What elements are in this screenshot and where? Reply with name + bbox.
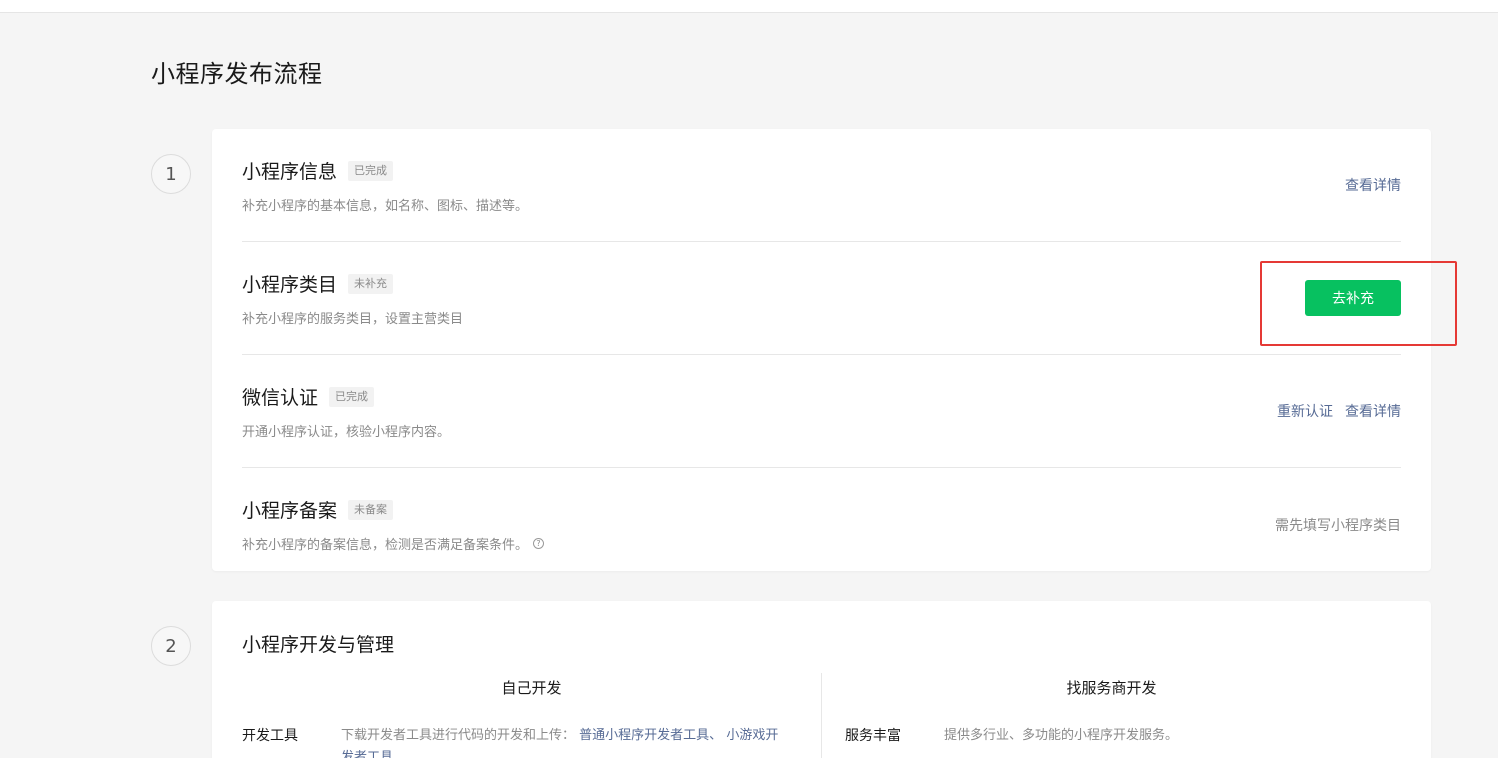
dev-tools-description: 下载开发者工具进行代码的开发和上传： 普通小程序开发者工具、 小游戏开发者工具: [341, 725, 791, 758]
publish-steps-card: 小程序信息 已完成 补充小程序的基本信息，如名称、图标、描述等。 查看详情 小程…: [212, 129, 1431, 571]
row-title: 小程序备案: [242, 500, 338, 522]
status-badge: 已完成: [329, 386, 375, 407]
status-badge: 未备案: [348, 499, 394, 520]
step-number-1: 1: [151, 154, 191, 194]
row-miniprogram-category: 小程序类目 未补充 补充小程序的服务类目，设置主营类目 去补充: [242, 242, 1401, 355]
status-badge: 已完成: [348, 160, 394, 181]
supplement-button[interactable]: 去补充: [1305, 280, 1401, 316]
rich-services-label: 服务丰富: [845, 728, 901, 744]
reverify-link[interactable]: 重新认证: [1277, 401, 1333, 421]
step-number-2: 2: [151, 626, 191, 666]
row-description: 补充小程序的备案信息，检测是否满足备案条件。: [242, 538, 529, 553]
row-miniprogram-info: 小程序信息 已完成 补充小程序的基本信息，如名称、图标、描述等。 查看详情: [242, 129, 1401, 242]
dev-tools-label: 开发工具: [242, 728, 298, 744]
dev-tools-desc-text: 下载开发者工具进行代码的开发和上传：: [341, 728, 576, 743]
status-badge: 未补充: [348, 273, 394, 294]
row-title: 微信认证: [242, 387, 319, 409]
filing-hint: 需先填写小程序类目: [1275, 517, 1401, 534]
service-provider-heading: 找服务商开发: [1066, 679, 1157, 697]
view-details-link[interactable]: 查看详情: [1345, 401, 1401, 421]
row-description: 开通小程序认证，核验小程序内容。: [242, 425, 451, 440]
row-description: 补充小程序的服务类目，设置主营类目: [242, 312, 464, 327]
link-separator: 、: [709, 728, 723, 743]
section-title: 小程序开发与管理: [242, 634, 395, 656]
page-title: 小程序发布流程: [151, 60, 323, 88]
top-bar: [0, 0, 1498, 13]
row-description: 补充小程序的基本信息，如名称、图标、描述等。: [242, 199, 529, 214]
help-icon[interactable]: ?: [533, 538, 545, 549]
row-wechat-verification: 微信认证 已完成 开通小程序认证，核验小程序内容。 重新认证 查看详情: [242, 355, 1401, 468]
miniprogram-devtools-link[interactable]: 普通小程序开发者工具: [579, 728, 709, 743]
row-title: 小程序信息: [242, 161, 338, 183]
row-title: 小程序类目: [242, 274, 338, 296]
view-details-link[interactable]: 查看详情: [1345, 175, 1401, 195]
row-miniprogram-filing: 小程序备案 未备案 补充小程序的备案信息，检测是否满足备案条件。 ? 需先填写小…: [242, 468, 1401, 581]
rich-services-description: 提供多行业、多功能的小程序开发服务。: [944, 728, 1179, 743]
self-develop-heading: 自己开发: [501, 679, 562, 697]
development-management-card: 小程序开发与管理 自己开发 找服务商开发 开发工具 下载开发者工具进行代码的开发…: [212, 601, 1431, 758]
